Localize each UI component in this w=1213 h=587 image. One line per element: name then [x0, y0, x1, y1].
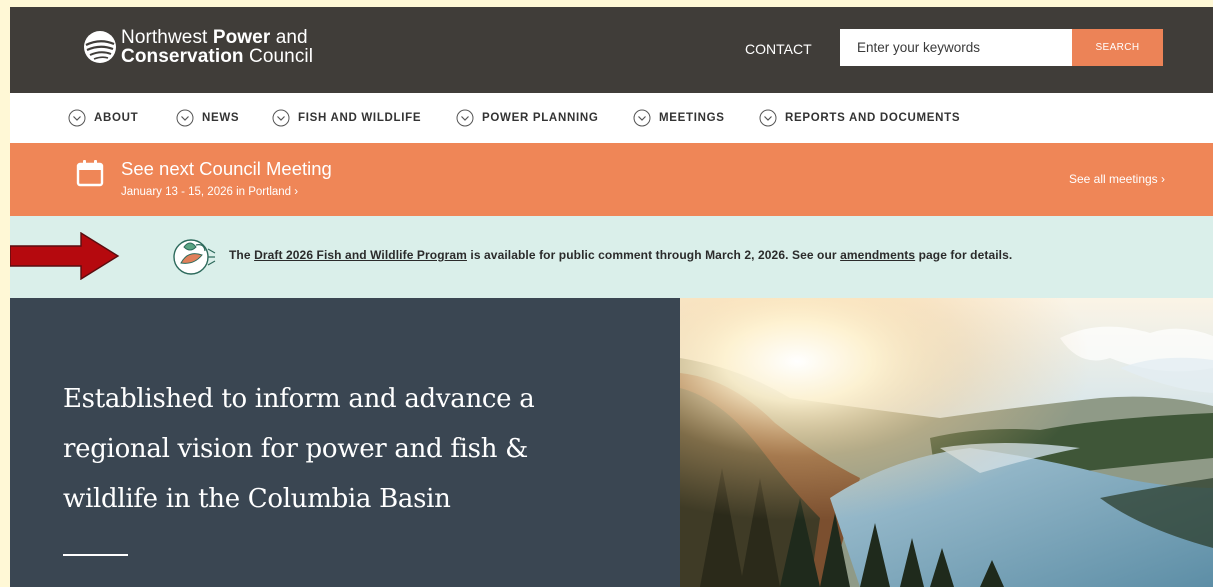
- notice-banner: The Draft 2026 Fish and Wildlife Program…: [10, 216, 1213, 298]
- search-button[interactable]: SEARCH: [1072, 29, 1163, 66]
- site-header: Northwest Power and Conservation Council…: [10, 7, 1213, 93]
- next-meeting-link[interactable]: See next Council Meeting: [121, 158, 332, 180]
- see-all-meetings-link[interactable]: See all meetings ›: [1069, 172, 1165, 186]
- draft-program-link[interactable]: Draft 2026 Fish and Wildlife Program: [254, 248, 467, 262]
- nav-item-meetings[interactable]: MEETINGS: [633, 109, 725, 127]
- nav-label: POWER PLANNING: [482, 112, 599, 124]
- main-nav: ABOUT NEWS FISH AND WILDLIFE POWER PLANN…: [10, 93, 1213, 143]
- hero-panel: Established to inform and advance a regi…: [10, 298, 680, 587]
- contact-link[interactable]: CONTACT: [745, 41, 812, 57]
- chevron-circle-icon: [759, 109, 777, 127]
- search-input[interactable]: [840, 29, 1072, 66]
- nav-label: FISH AND WILDLIFE: [298, 112, 422, 124]
- red-arrow-icon: [10, 232, 120, 280]
- next-meeting-banner: See next Council Meeting January 13 - 15…: [10, 143, 1213, 216]
- hero-divider: [63, 554, 128, 556]
- chevron-circle-icon: [176, 109, 194, 127]
- nav-label: REPORTS AND DOCUMENTS: [785, 112, 961, 124]
- nav-item-news[interactable]: NEWS: [176, 109, 239, 127]
- nav-item-about[interactable]: ABOUT: [68, 109, 138, 127]
- nav-label: NEWS: [202, 112, 240, 124]
- hero-heading: Established to inform and advance a regi…: [63, 384, 535, 514]
- nav-label: ABOUT: [94, 112, 139, 124]
- hero-landscape-image: [680, 298, 1213, 587]
- next-meeting-details-link[interactable]: January 13 - 15, 2026 in Portland ›: [121, 186, 298, 198]
- chevron-circle-icon: [68, 109, 86, 127]
- logo-icon: [84, 31, 116, 63]
- page: Northwest Power and Conservation Council…: [10, 7, 1213, 587]
- amendments-link[interactable]: amendments: [840, 248, 915, 262]
- nav-label: MEETINGS: [659, 112, 725, 124]
- chevron-circle-icon: [633, 109, 651, 127]
- nav-item-reports-and-documents[interactable]: REPORTS AND DOCUMENTS: [759, 109, 960, 127]
- nav-item-fish-and-wildlife[interactable]: FISH AND WILDLIFE: [272, 109, 421, 127]
- chevron-circle-icon: [272, 109, 290, 127]
- fish-and-wildlife-icon: [173, 239, 216, 275]
- logo-text: Northwest Power and Conservation Council: [121, 27, 314, 67]
- site-logo[interactable]: Northwest Power and Conservation Council: [83, 28, 313, 66]
- notice-text: The Draft 2026 Fish and Wildlife Program…: [229, 248, 1013, 262]
- chevron-circle-icon: [456, 109, 474, 127]
- nav-item-power-planning[interactable]: POWER PLANNING: [456, 109, 599, 127]
- calendar-icon: [76, 160, 104, 187]
